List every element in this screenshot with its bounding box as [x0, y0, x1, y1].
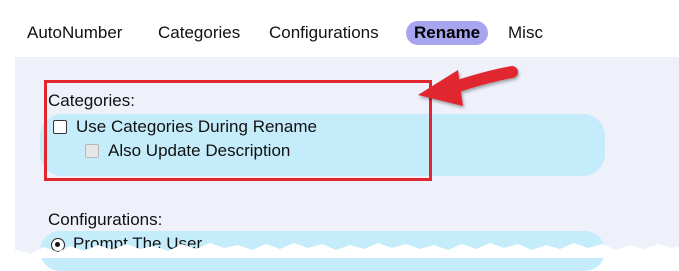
red-arrow-icon	[418, 66, 518, 106]
torn-edge	[0, 243, 679, 258]
annotation-overlay	[0, 66, 679, 258]
